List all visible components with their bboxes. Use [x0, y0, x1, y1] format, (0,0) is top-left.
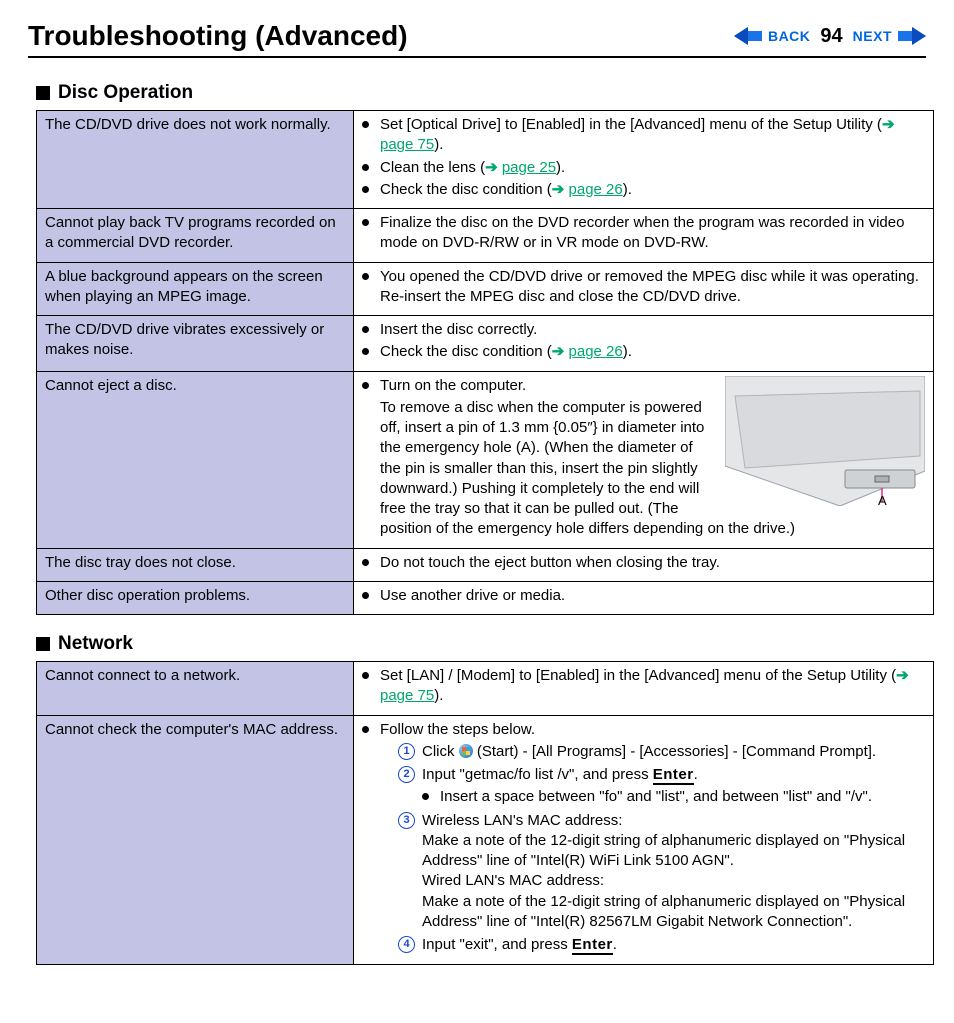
solution-cell: You opened the CD/DVD drive or removed t…	[354, 262, 934, 316]
windows-start-icon	[459, 744, 473, 758]
problem-cell: Other disc operation problems.	[37, 581, 354, 614]
page-ref-link[interactable]: page 75	[380, 136, 434, 153]
section-title-network: Network	[58, 633, 133, 655]
problem-cell: The disc tray does not close.	[37, 548, 354, 581]
section-title-disc: Disc Operation	[58, 82, 193, 104]
page-nav: BACK 94 NEXT	[734, 25, 926, 48]
problem-cell: A blue background appears on the screen …	[37, 262, 354, 316]
solution-cell: Set [LAN] / [Modem] to [Enabled] in the …	[354, 662, 934, 716]
nav-next-arrow-icon[interactable]	[898, 27, 926, 45]
page-header: Troubleshooting (Advanced) BACK 94 NEXT	[28, 20, 926, 58]
solution-cell: Follow the steps below. Click (Start) - …	[354, 715, 934, 965]
problem-cell: Cannot eject a disc.	[37, 371, 354, 548]
problem-cell: Cannot play back TV programs recorded on…	[37, 209, 354, 263]
table-row: Cannot eject a disc. A Turn on the compu…	[37, 371, 934, 548]
problem-cell: Cannot check the computer's MAC address.	[37, 715, 354, 965]
step-item: Click (Start) - [All Programs] - [Access…	[398, 742, 925, 762]
page-ref-link[interactable]: page 75	[380, 687, 434, 704]
solution-cell: Finalize the disc on the DVD recorder wh…	[354, 209, 934, 263]
table-row: Cannot check the computer's MAC address.…	[37, 715, 934, 965]
table-row: The CD/DVD drive does not work normally.…	[37, 111, 934, 209]
solution-cell: Insert the disc correctly. Check the dis…	[354, 316, 934, 372]
section-heading-network: Network	[36, 633, 926, 655]
section-heading-disc: Disc Operation	[36, 82, 926, 104]
page-ref-link[interactable]: page 26	[569, 181, 623, 198]
step-item: Input "getmac/fo list /v", and press Ent…	[398, 765, 925, 808]
solution-cell: Set [Optical Drive] to [Enabled] in the …	[354, 111, 934, 209]
table-row: A blue background appears on the screen …	[37, 262, 934, 316]
network-table: Cannot connect to a network. Set [LAN] /…	[36, 661, 934, 965]
problem-cell: The CD/DVD drive does not work normally.	[37, 111, 354, 209]
table-row: Other disc operation problems. Use anoth…	[37, 581, 934, 614]
solution-cell: Use another drive or media.	[354, 581, 934, 614]
solution-cell: Do not touch the eject button when closi…	[354, 548, 934, 581]
enter-key: Enter	[572, 936, 613, 955]
square-bullet-icon	[36, 637, 50, 651]
table-row: The CD/DVD drive vibrates excessively or…	[37, 316, 934, 372]
table-row: Cannot connect to a network. Set [LAN] /…	[37, 662, 934, 716]
page-ref-link[interactable]: page 25	[502, 159, 556, 176]
enter-key: Enter	[653, 766, 694, 785]
step-item: Input "exit", and press Enter.	[398, 935, 925, 955]
page-title: Troubleshooting (Advanced)	[28, 20, 408, 52]
page-number: 94	[820, 25, 842, 48]
table-row: Cannot play back TV programs recorded on…	[37, 209, 934, 263]
problem-cell: The CD/DVD drive vibrates excessively or…	[37, 316, 354, 372]
solution-cell: A Turn on the computer. To remove a disc…	[354, 371, 934, 548]
steps-list: Click (Start) - [All Programs] - [Access…	[398, 742, 925, 956]
table-row: The disc tray does not close. Do not tou…	[37, 548, 934, 581]
disc-operation-table: The CD/DVD drive does not work normally.…	[36, 110, 934, 615]
page-ref-link[interactable]: page 26	[569, 343, 623, 360]
step-item: Wireless LAN's MAC address: Make a note …	[398, 811, 925, 933]
square-bullet-icon	[36, 86, 50, 100]
nav-back-link[interactable]: BACK	[768, 28, 810, 44]
nav-back-arrow-icon[interactable]	[734, 27, 762, 45]
nav-next-link[interactable]: NEXT	[853, 28, 892, 44]
problem-cell: Cannot connect to a network.	[37, 662, 354, 716]
